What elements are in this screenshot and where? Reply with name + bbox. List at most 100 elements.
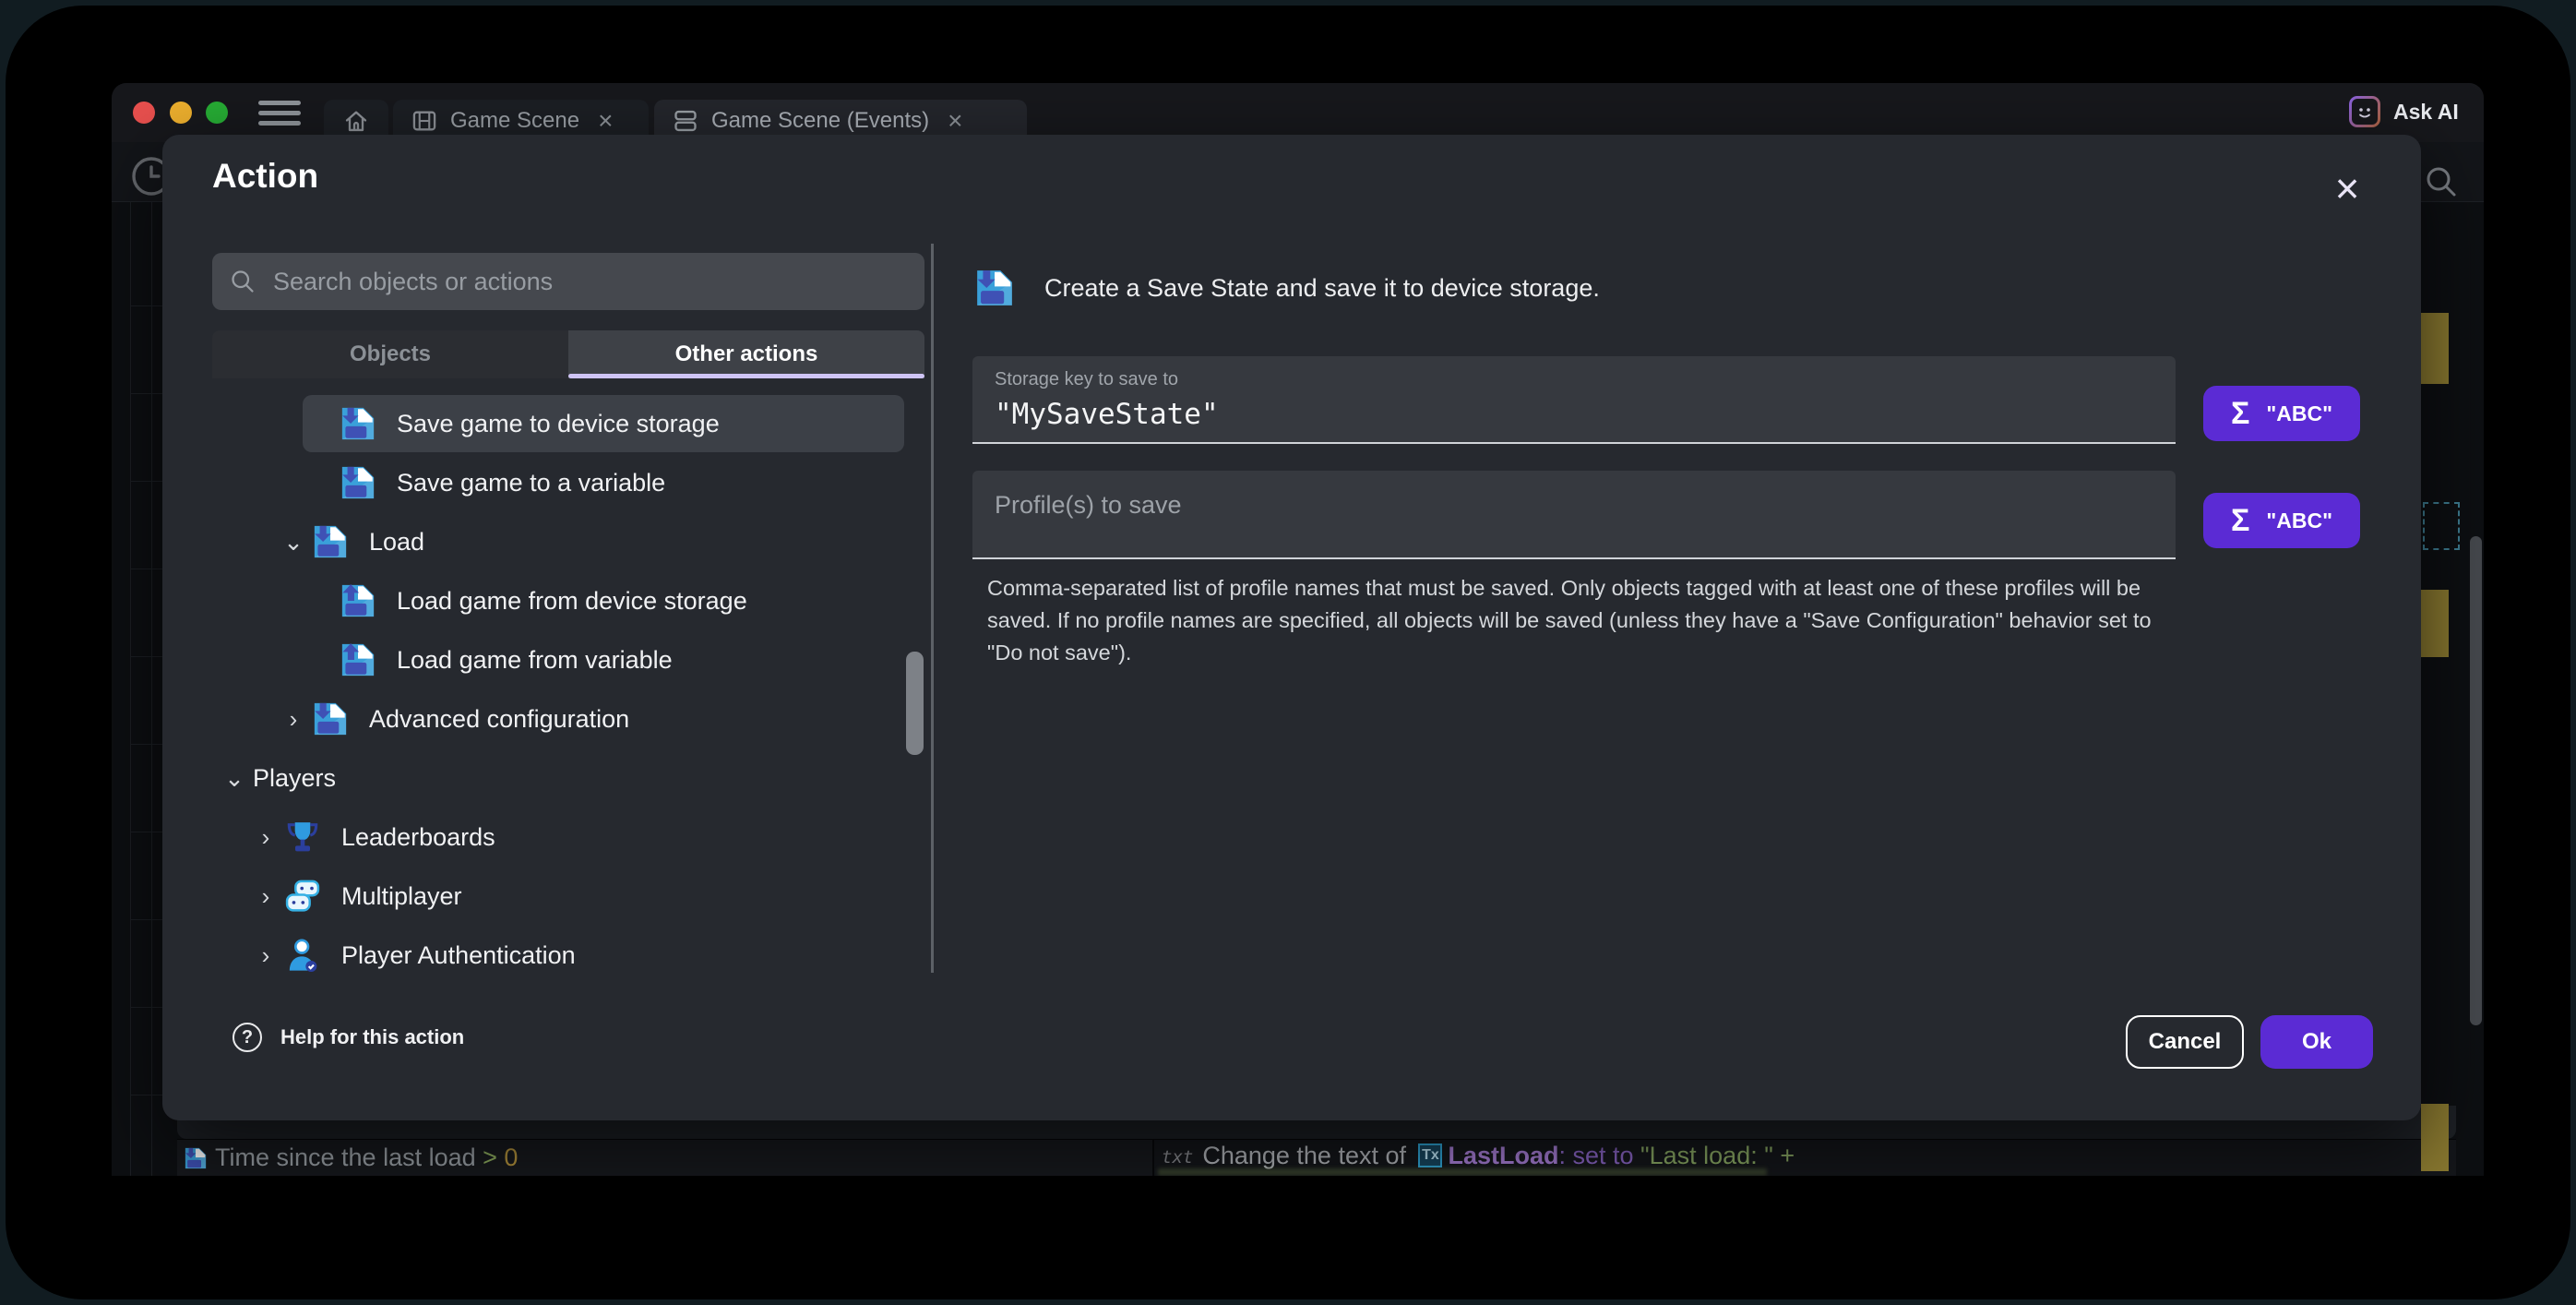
- search-input[interactable]: [271, 267, 908, 297]
- action-string-value: "Last load: ": [1640, 1142, 1773, 1170]
- events-sheet-icon: [673, 108, 698, 134]
- tree-item-label: Player Authentication: [341, 941, 576, 970]
- scene-film-icon: [411, 108, 437, 134]
- save-icon: [312, 700, 349, 737]
- tree-item-load-game-from-device-storage[interactable]: Load game from device storage: [303, 572, 904, 629]
- tree-item-load-game-from-variable[interactable]: Load game from variable: [303, 631, 904, 688]
- grid-line: [151, 202, 152, 1176]
- person-icon: [284, 937, 321, 974]
- field-placeholder: Profile(s) to save: [995, 471, 2176, 520]
- tree-item-label: Load game from device storage: [397, 587, 747, 616]
- condition-value: 0: [504, 1143, 518, 1172]
- tree-group-load[interactable]: ⌄ Load: [275, 513, 904, 570]
- action-prefix: Change the text of: [1202, 1142, 1413, 1170]
- tree-group-leaderboards[interactable]: › Leaderboards: [247, 808, 904, 866]
- ok-button[interactable]: Ok: [2260, 1015, 2373, 1069]
- load-icon: [340, 641, 376, 678]
- tree-item-label: Load game from variable: [397, 646, 673, 675]
- close-icon[interactable]: ×: [2321, 162, 2373, 214]
- action-plus-operator: +: [1773, 1142, 1795, 1170]
- maximize-window-button[interactable]: [206, 102, 228, 124]
- list-scrollbar-track: [931, 244, 934, 973]
- tree-item-label: Load: [369, 528, 424, 557]
- tab-objects[interactable]: Objects: [212, 330, 568, 378]
- events-scrollbar[interactable]: [2470, 536, 2482, 1025]
- save-icon: [340, 464, 376, 501]
- field-value[interactable]: "MySaveState": [995, 390, 2176, 431]
- grid-line: [130, 202, 131, 1176]
- condition-operator: >: [483, 1143, 504, 1172]
- chevron-right-icon[interactable]: ›: [247, 943, 284, 967]
- tree-group-players[interactable]: ⌄ Players: [216, 749, 904, 807]
- field-help-text: Comma-separated list of profile names th…: [987, 572, 2168, 669]
- save-icon: [974, 268, 1015, 308]
- search-icon[interactable]: [2423, 163, 2460, 200]
- text-action-type-icon: txt: [1162, 1147, 1193, 1167]
- field-label: Storage key to save to: [995, 356, 2176, 390]
- help-for-action-link[interactable]: ? Help for this action: [233, 1023, 464, 1052]
- load-icon: [340, 582, 376, 619]
- minimize-window-button[interactable]: [170, 102, 192, 124]
- main-menu-icon[interactable]: [258, 101, 301, 126]
- question-icon: ?: [233, 1023, 262, 1052]
- clipped-action-text: [1158, 1168, 1767, 1176]
- action-description-text: Create a Save State and save it to devic…: [1044, 274, 1600, 303]
- save-icon: [312, 523, 349, 560]
- trophy-icon: [284, 819, 321, 856]
- event-color-bar: [2421, 313, 2449, 384]
- close-window-button[interactable]: [133, 102, 155, 124]
- tab-close-icon[interactable]: ×: [948, 108, 962, 134]
- tree-item-label: Save game to device storage: [397, 410, 720, 438]
- event-condition-cell[interactable]: Time since the last load > 0: [177, 1139, 1152, 1176]
- picker-tabs: Objects Other actions: [212, 330, 924, 378]
- selection-dashed-box: [2423, 502, 2460, 550]
- action-description: Create a Save State and save it to devic…: [974, 268, 1600, 308]
- tree-item-label: Players: [253, 764, 336, 793]
- ask-ai-button[interactable]: Ask AI: [2349, 96, 2459, 127]
- text-object-icon: Tx: [1418, 1143, 1442, 1167]
- profiles-field[interactable]: Profile(s) to save: [972, 471, 2176, 559]
- chevron-down-icon[interactable]: ⌄: [275, 530, 312, 554]
- save-icon: [340, 405, 376, 442]
- tree-group-multiplayer[interactable]: › Multiplayer: [247, 868, 904, 925]
- tab-other-actions[interactable]: Other actions: [568, 330, 924, 378]
- tree-item-label: Save game to a variable: [397, 469, 665, 497]
- titlebar: Game Scene × Game Scene (Events) ×: [112, 83, 2484, 142]
- ask-ai-smiley-icon: [2349, 96, 2380, 127]
- search-box[interactable]: [212, 253, 924, 310]
- app-window: Game Scene × Game Scene (Events) ×: [112, 83, 2484, 1176]
- action-set-to: : set to: [1559, 1142, 1641, 1170]
- list-scrollbar-thumb[interactable]: [906, 652, 924, 755]
- event-color-bar: [2421, 1104, 2449, 1171]
- ask-ai-label: Ask AI: [2393, 100, 2459, 125]
- tree-item-save-game-to-device-storage[interactable]: Save game to device storage: [303, 395, 904, 452]
- desktop-screen: Game Scene × Game Scene (Events) ×: [6, 6, 2570, 1299]
- chevron-right-icon[interactable]: ›: [247, 825, 284, 849]
- action-dialog: Action × Objects Other actions Save game…: [162, 135, 2421, 1120]
- tree-item-label: Leaderboards: [341, 823, 495, 852]
- expression-editor-button[interactable]: Σ "ABC": [2203, 386, 2360, 441]
- chevron-right-icon[interactable]: ›: [275, 707, 312, 731]
- sigma-icon: Σ: [2231, 398, 2249, 429]
- tab-label: Game Scene (Events): [711, 108, 929, 134]
- storage-key-field[interactable]: Storage key to save to "MySaveState": [972, 356, 2176, 444]
- condition-text: Time since the last load: [215, 1143, 483, 1172]
- tab-label: Game Scene: [450, 108, 579, 134]
- gamepad-icon: [284, 878, 321, 915]
- tree-item-label: Multiplayer: [341, 882, 462, 911]
- tree-group-player-authentication[interactable]: › Player Authentication: [247, 927, 904, 984]
- chevron-down-icon[interactable]: ⌄: [216, 766, 253, 790]
- event-color-bar: [2421, 590, 2449, 657]
- tab-close-icon[interactable]: ×: [598, 108, 613, 134]
- expression-editor-button[interactable]: Σ "ABC": [2203, 493, 2360, 548]
- search-icon: [229, 268, 256, 295]
- sigma-icon: Σ: [2231, 505, 2249, 536]
- dialog-title: Action: [212, 157, 318, 196]
- cancel-button[interactable]: Cancel: [2126, 1015, 2244, 1069]
- home-icon: [343, 108, 369, 134]
- tree-item-save-game-to-a-variable[interactable]: Save game to a variable: [303, 454, 904, 511]
- action-object-name: LastLoad: [1448, 1142, 1558, 1170]
- tree-item-label: Advanced configuration: [369, 705, 629, 734]
- chevron-right-icon[interactable]: ›: [247, 884, 284, 908]
- tree-group-advanced-configuration[interactable]: › Advanced configuration: [275, 690, 904, 748]
